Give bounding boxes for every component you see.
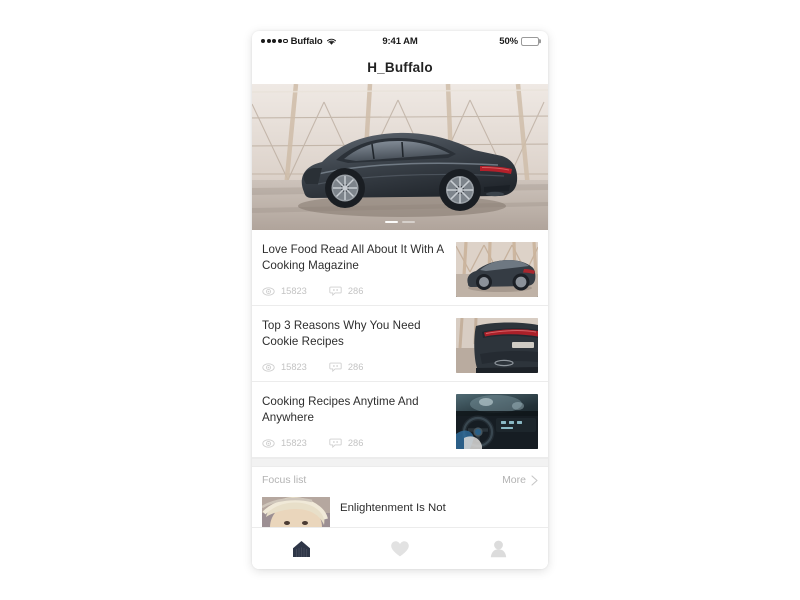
article-meta: 15823 286: [262, 362, 448, 372]
tab-profile[interactable]: [449, 528, 548, 569]
comments-count: 286: [347, 438, 364, 448]
person-icon: [490, 540, 507, 558]
article-content: Top 3 Reasons Why You Need Cookie Recipe…: [262, 318, 456, 372]
article-meta: 15823 286: [262, 438, 448, 448]
views-stat: 15823: [262, 286, 307, 296]
heart-icon: [390, 540, 410, 558]
focus-item-thumbnail: [262, 497, 330, 528]
comment-icon: [329, 438, 342, 448]
battery-percent-label: 50%: [499, 35, 519, 47]
page-title: H_Buffalo: [367, 60, 433, 75]
views-stat: 15823: [262, 438, 307, 448]
bottom-tab-bar: [252, 527, 548, 569]
focus-list-item[interactable]: Enlightenment Is Not: [252, 494, 548, 528]
comment-icon: [329, 362, 342, 372]
focus-list-label: Focus list: [262, 474, 307, 487]
comments-count: 286: [347, 362, 364, 372]
article-thumbnail: [456, 318, 538, 373]
article-title: Cooking Recipes Anytime And Anywhere: [262, 395, 419, 424]
article-list-item[interactable]: Top 3 Reasons Why You Need Cookie Recipe…: [252, 306, 548, 382]
article-title: Top 3 Reasons Why You Need Cookie Recipe…: [262, 319, 421, 348]
article-list: Love Food Read All About It With A Cooki…: [252, 230, 548, 458]
section-divider: [252, 458, 548, 467]
comments-stat: 286: [329, 362, 364, 372]
status-bar-center: 9:41 AM: [382, 36, 417, 47]
article-content: Cooking Recipes Anytime And Anywhere 158…: [262, 394, 456, 448]
carrier-label: Buffalo: [290, 35, 323, 47]
views-stat: 15823: [262, 362, 307, 372]
clock-label: 9:41 AM: [382, 35, 418, 47]
views-count: 15823: [281, 362, 307, 372]
wifi-icon: [326, 37, 337, 46]
home-icon: [292, 540, 311, 558]
comments-count: 286: [347, 286, 364, 296]
tab-home[interactable]: [252, 528, 351, 569]
article-list-item[interactable]: Cooking Recipes Anytime And Anywhere 158…: [252, 382, 548, 458]
article-thumbnail: [456, 242, 538, 297]
phone-mockup: Buffalo 9:41 AM 50% H_Buffalo Love Food …: [252, 31, 548, 569]
signal-strength-icon: [261, 38, 288, 44]
eye-icon: [262, 438, 275, 448]
article-title: Love Food Read All About It With A Cooki…: [262, 243, 444, 272]
eye-icon: [262, 362, 275, 372]
focus-item-title: Enlightenment Is Not: [340, 502, 446, 515]
focus-list-header: Focus list More: [252, 466, 548, 495]
status-bar-left: Buffalo: [261, 36, 382, 47]
hero-image: [252, 84, 548, 230]
status-bar-right: 50%: [418, 35, 540, 47]
page-dash-2[interactable]: [402, 220, 415, 223]
views-count: 15823: [281, 286, 307, 296]
battery-icon: [521, 36, 540, 46]
comment-icon: [329, 286, 342, 296]
tab-favorites[interactable]: [351, 528, 450, 569]
status-bar: Buffalo 9:41 AM 50%: [252, 31, 548, 51]
comments-stat: 286: [329, 286, 364, 296]
article-thumbnail: [456, 394, 538, 449]
focus-list-more-label: More: [502, 474, 526, 487]
chevron-right-icon: [531, 475, 538, 486]
views-count: 15823: [281, 438, 307, 448]
comments-stat: 286: [329, 438, 364, 448]
article-list-item[interactable]: Love Food Read All About It With A Cooki…: [252, 230, 548, 306]
eye-icon: [262, 286, 275, 296]
article-content: Love Food Read All About It With A Cooki…: [262, 242, 456, 296]
article-meta: 15823 286: [262, 286, 448, 296]
carousel-page-indicator[interactable]: [252, 220, 548, 223]
page-dash-1[interactable]: [385, 220, 398, 223]
screenshot-stage: Buffalo 9:41 AM 50% H_Buffalo Love Food …: [0, 0, 800, 600]
hero-carousel[interactable]: [252, 84, 548, 230]
app-header: H_Buffalo: [252, 51, 548, 84]
focus-list-more-button[interactable]: More: [502, 474, 538, 486]
